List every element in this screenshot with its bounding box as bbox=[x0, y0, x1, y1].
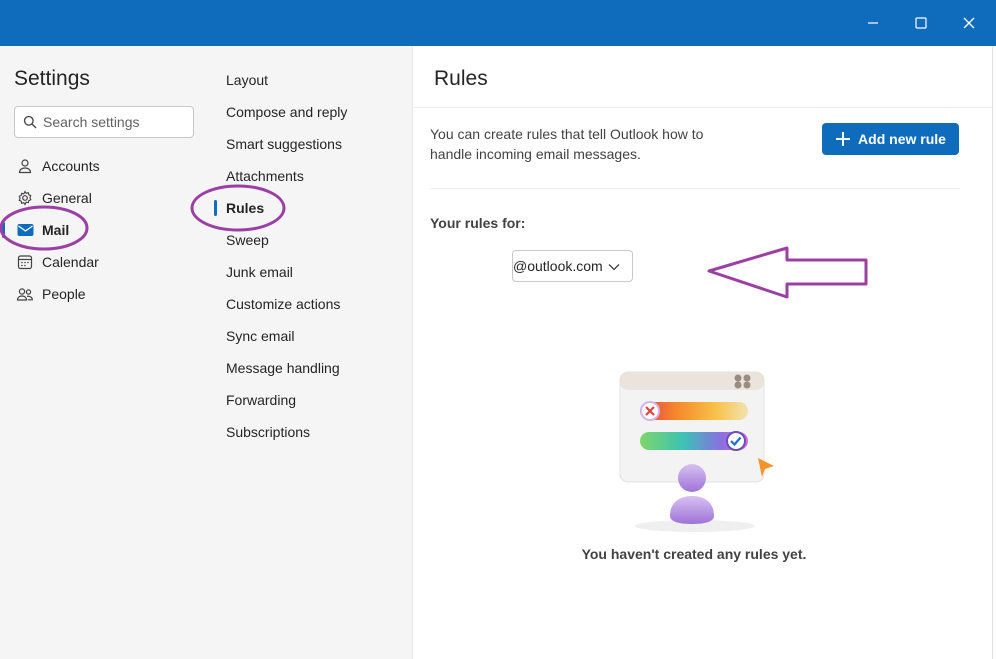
cat-item-rules[interactable]: Rules bbox=[213, 194, 413, 222]
close-button[interactable] bbox=[954, 8, 984, 38]
account-dropdown[interactable]: @outlook.com bbox=[512, 250, 633, 282]
empty-state-message: You haven't created any rules yet. bbox=[581, 546, 807, 562]
section-divider bbox=[430, 188, 960, 189]
nav-item-label: Calendar bbox=[42, 254, 99, 270]
maximize-button[interactable] bbox=[906, 8, 936, 38]
mail-categories-pane: Layout Compose and reply Smart suggestio… bbox=[213, 46, 413, 659]
cat-item-sync-email[interactable]: Sync email bbox=[213, 322, 413, 350]
cat-item-message-handling[interactable]: Message handling bbox=[213, 354, 413, 382]
minimize-button[interactable] bbox=[858, 8, 888, 38]
chevron-down-icon bbox=[608, 264, 620, 271]
nav-item-label: Mail bbox=[42, 222, 70, 238]
cat-item-smart-suggestions[interactable]: Smart suggestions bbox=[213, 130, 413, 158]
page-title: Rules bbox=[434, 67, 488, 90]
nav-item-accounts[interactable]: Accounts bbox=[0, 151, 213, 181]
nav-item-calendar[interactable]: Calendar bbox=[0, 247, 213, 277]
title-bar bbox=[0, 0, 996, 46]
mail-icon bbox=[16, 221, 34, 239]
search-icon bbox=[23, 115, 37, 129]
rules-pane: Rules You can create rules that tell Out… bbox=[414, 46, 992, 659]
people-icon bbox=[16, 285, 34, 303]
account-dropdown-value: @outlook.com bbox=[513, 258, 603, 274]
search-box[interactable] bbox=[14, 106, 194, 138]
calendar-icon bbox=[16, 253, 34, 271]
nav-item-general[interactable]: General bbox=[0, 183, 213, 213]
add-new-rule-label: Add new rule bbox=[858, 131, 946, 147]
person-icon bbox=[16, 157, 34, 175]
window-edge bbox=[992, 46, 996, 659]
nav-item-label: General bbox=[42, 190, 92, 206]
maximize-icon bbox=[915, 17, 927, 29]
cat-item-forwarding[interactable]: Forwarding bbox=[213, 386, 413, 414]
header-divider bbox=[414, 107, 992, 108]
close-icon bbox=[963, 17, 975, 29]
rules-for-label: Your rules for: bbox=[430, 215, 526, 231]
nav-item-label: Accounts bbox=[42, 158, 100, 174]
empty-rules-illustration bbox=[619, 371, 774, 532]
gear-icon bbox=[16, 189, 34, 207]
cat-item-subscriptions[interactable]: Subscriptions bbox=[213, 418, 413, 446]
search-input[interactable] bbox=[43, 114, 183, 130]
cat-item-compose-and-reply[interactable]: Compose and reply bbox=[213, 98, 413, 126]
settings-pane: Settings Accounts General Mail Calendar … bbox=[0, 46, 213, 659]
plus-icon bbox=[836, 132, 851, 146]
cat-item-junk-email[interactable]: Junk email bbox=[213, 258, 413, 286]
minimize-icon bbox=[868, 22, 878, 24]
cat-item-attachments[interactable]: Attachments bbox=[213, 162, 413, 190]
settings-title: Settings bbox=[14, 67, 90, 90]
cat-item-sweep[interactable]: Sweep bbox=[213, 226, 413, 254]
rules-description: You can create rules that tell Outlook h… bbox=[430, 126, 704, 162]
nav-item-mail[interactable]: Mail bbox=[0, 215, 213, 245]
cat-item-layout[interactable]: Layout bbox=[213, 66, 413, 94]
cat-item-customize-actions[interactable]: Customize actions bbox=[213, 290, 413, 318]
nav-item-people[interactable]: People bbox=[0, 279, 213, 309]
add-new-rule-button[interactable]: Add new rule bbox=[822, 123, 959, 155]
nav-item-label: People bbox=[42, 286, 86, 302]
